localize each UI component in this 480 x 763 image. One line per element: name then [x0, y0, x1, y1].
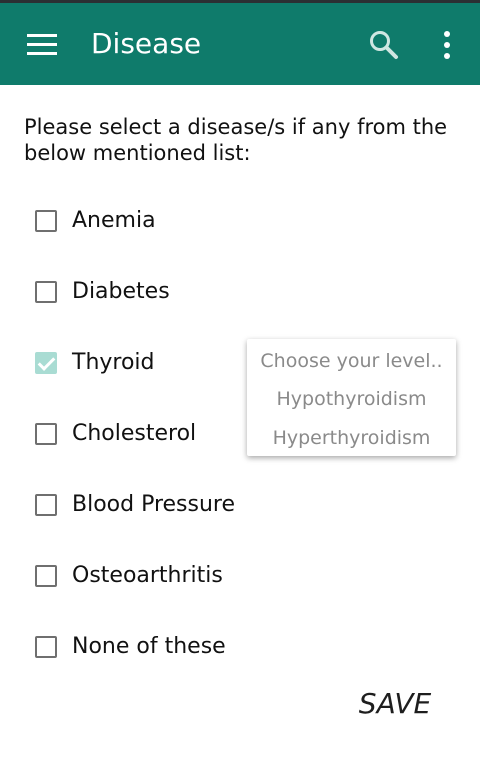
checkbox-osteoarthritis[interactable] [35, 565, 57, 587]
instruction-text: Please select a disease/s if any from th… [24, 115, 448, 165]
popup-item-hypothyroidism[interactable]: Hypothyroidism [247, 380, 456, 418]
checkbox-cholesterol[interactable] [35, 423, 57, 445]
popup-header: Choose your level.. [260, 350, 443, 372]
checkbox-blood-pressure[interactable] [35, 494, 57, 516]
thyroid-level-popup: Choose your level.. Hypothyroidism Hyper… [247, 339, 456, 456]
checkbox-none-of-these[interactable] [35, 636, 57, 658]
option-thyroid[interactable]: Thyroid [28, 339, 248, 391]
option-anemia[interactable]: Anemia [28, 197, 248, 249]
checkbox-diabetes[interactable] [35, 281, 57, 303]
option-blood-pressure[interactable]: Blood Pressure [28, 481, 248, 533]
option-label: Diabetes [72, 279, 170, 304]
option-none-of-these[interactable]: None of these [28, 623, 248, 675]
option-label: None of these [72, 634, 226, 659]
option-diabetes[interactable]: Diabetes [28, 268, 248, 320]
option-label: Anemia [72, 208, 156, 233]
option-label: Osteoarthritis [72, 563, 223, 588]
page-title: Disease [91, 27, 202, 60]
option-label: Blood Pressure [72, 492, 236, 517]
option-cholesterol[interactable]: Cholesterol [28, 410, 248, 462]
search-icon[interactable] [366, 27, 402, 63]
screen: Disease Please select a disease/s if any… [0, 0, 480, 763]
popup-item-hyperthyroidism[interactable]: Hyperthyroidism [247, 419, 456, 457]
checkbox-thyroid[interactable] [35, 352, 57, 374]
checkbox-anemia[interactable] [35, 210, 57, 232]
option-label: Thyroid [72, 350, 155, 375]
option-label: Cholesterol [72, 421, 197, 446]
more-vertical-icon[interactable] [430, 25, 464, 65]
app-bar: Disease [0, 3, 480, 85]
option-osteoarthritis[interactable]: Osteoarthritis [28, 552, 248, 604]
hamburger-menu-icon[interactable] [20, 24, 64, 64]
save-button[interactable]: SAVE [350, 682, 440, 726]
